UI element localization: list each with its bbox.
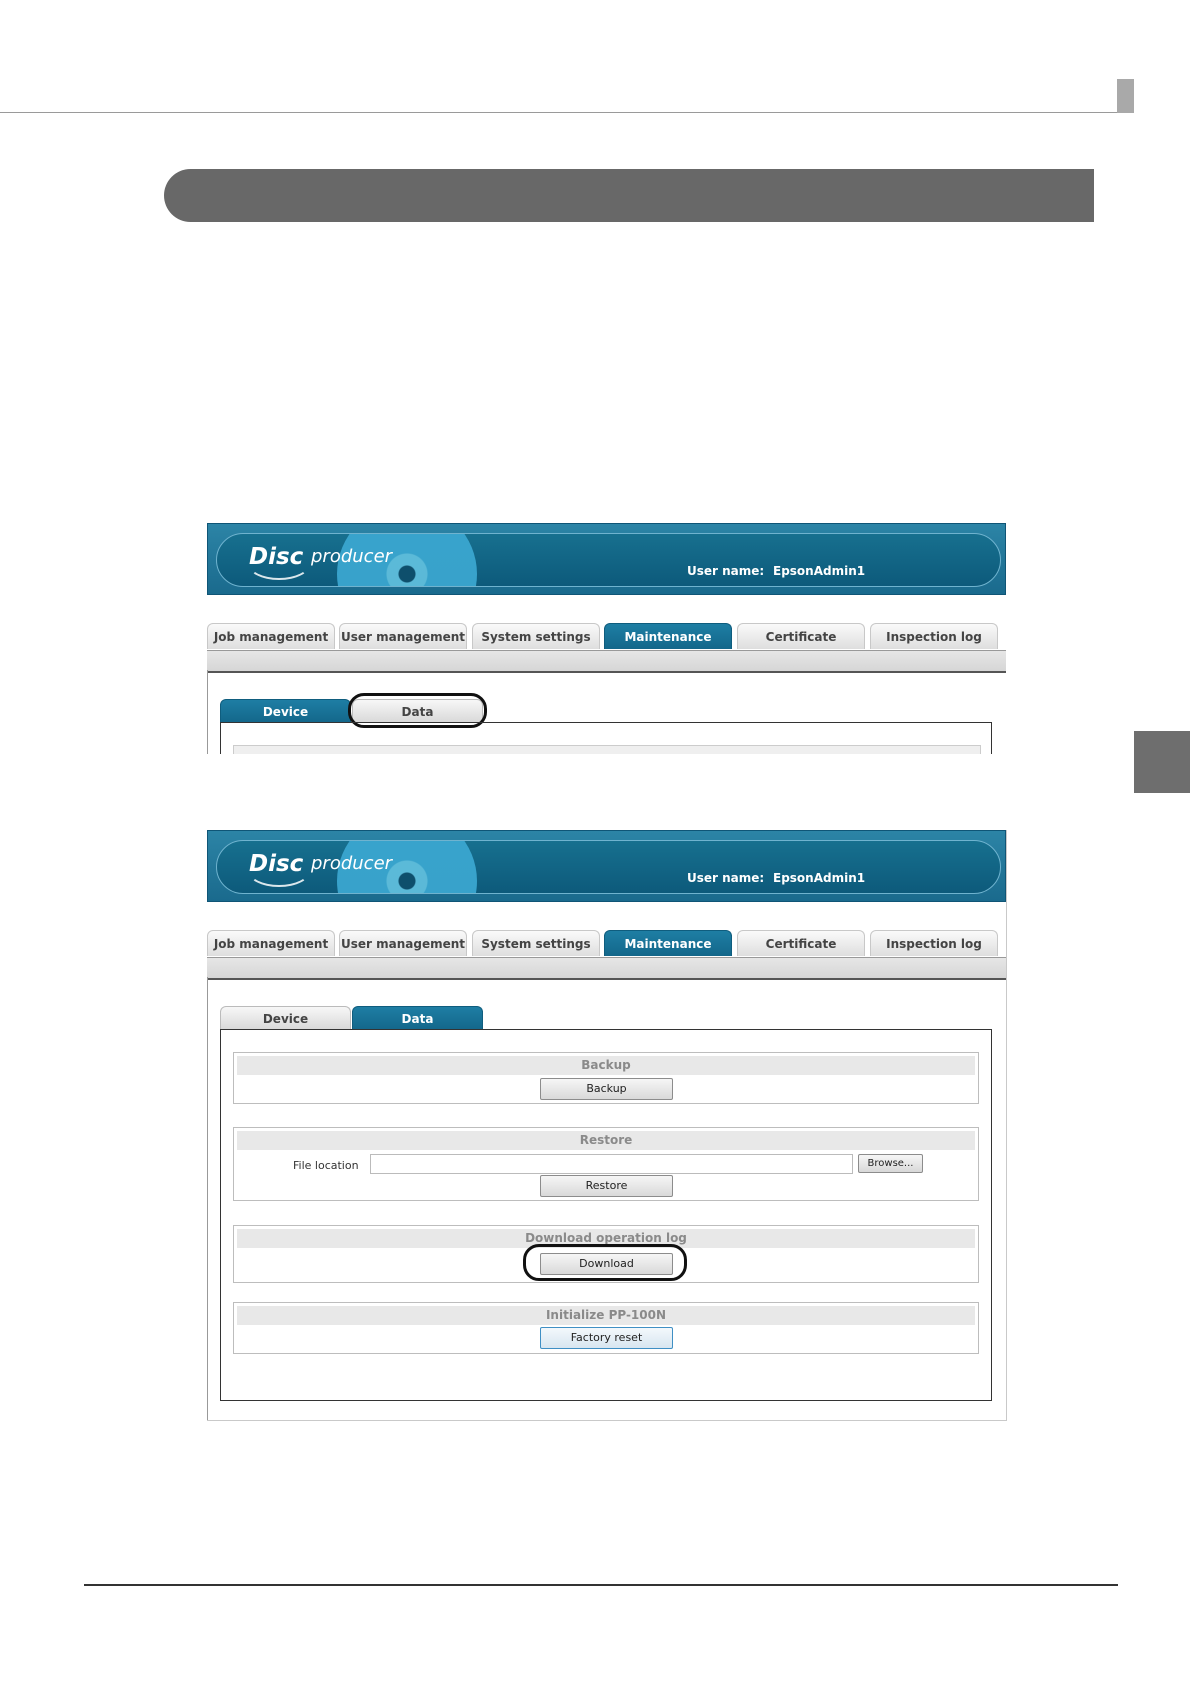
app-banner: Disc producer User name: EpsonAdmin1: [207, 523, 1006, 595]
panel-edge: [207, 977, 208, 1420]
tab-maintenance[interactable]: Maintenance: [604, 623, 732, 649]
header-rule: [0, 112, 1134, 113]
chapter-side-tab: [1134, 731, 1190, 793]
tab-inspection-log[interactable]: Inspection log: [870, 623, 998, 649]
tab-user-management[interactable]: User management: [339, 623, 467, 649]
tab-maintenance[interactable]: Maintenance: [604, 930, 732, 956]
initialize-title: Initialize PP-100N: [237, 1306, 975, 1325]
logo-producer: producer: [311, 853, 393, 874]
backup-title: Backup: [237, 1056, 975, 1075]
nav-subbar: [207, 957, 1006, 980]
main-nav: Job management User management System se…: [207, 930, 1006, 957]
section-heading-bar: [164, 169, 1094, 222]
corner-marker: [1117, 79, 1134, 113]
footer-rule: [84, 1584, 1118, 1586]
device-panel-section: [233, 745, 981, 754]
factory-reset-button[interactable]: Factory reset: [540, 1327, 673, 1349]
tab-system-settings[interactable]: System settings: [472, 623, 600, 649]
tab-job-management[interactable]: Job management: [207, 930, 335, 956]
user-name-value: EpsonAdmin1: [773, 564, 866, 578]
initialize-section: Initialize PP-100N Factory reset: [233, 1302, 979, 1354]
restore-button[interactable]: Restore: [540, 1175, 673, 1197]
tab-system-settings[interactable]: System settings: [472, 930, 600, 956]
restore-section: Restore File location Browse... Restore: [233, 1127, 979, 1201]
screenshot-data-tab: Disc producer User name: EpsonAdmin1 Job…: [207, 830, 1007, 1421]
logo-producer: producer: [311, 546, 393, 567]
subtab-device[interactable]: Device: [220, 1006, 351, 1030]
nav-subbar: [207, 650, 1006, 673]
user-name-label: User name:: [687, 564, 765, 578]
tab-certificate[interactable]: Certificate: [737, 623, 865, 649]
tab-certificate[interactable]: Certificate: [737, 930, 865, 956]
main-nav: Job management User management System se…: [207, 623, 1006, 650]
backup-section: Backup Backup: [233, 1052, 979, 1104]
file-location-label: File location: [293, 1159, 359, 1172]
browse-button[interactable]: Browse...: [858, 1154, 923, 1173]
subtab-device[interactable]: Device: [220, 699, 351, 723]
app-banner: Disc producer User name: EpsonAdmin1: [207, 830, 1006, 902]
subtab-data[interactable]: Data: [352, 1006, 483, 1030]
file-location-field[interactable]: [370, 1154, 853, 1174]
callout-download-button: [523, 1244, 687, 1281]
backup-button[interactable]: Backup: [540, 1078, 673, 1100]
logo-disc: Disc: [249, 851, 304, 877]
user-name-label: User name:: [687, 871, 765, 885]
tab-inspection-log[interactable]: Inspection log: [870, 930, 998, 956]
tab-job-management[interactable]: Job management: [207, 623, 335, 649]
panel-edge: [207, 670, 208, 754]
data-panel: Backup Backup Restore File location Brow…: [220, 1029, 992, 1401]
device-panel: [220, 722, 992, 754]
screenshot-device-tab: Disc producer User name: EpsonAdmin1 Job…: [207, 523, 1006, 754]
user-name-value: EpsonAdmin1: [773, 871, 866, 885]
logo-disc: Disc: [249, 544, 304, 570]
tab-user-management[interactable]: User management: [339, 930, 467, 956]
restore-title: Restore: [237, 1131, 975, 1150]
